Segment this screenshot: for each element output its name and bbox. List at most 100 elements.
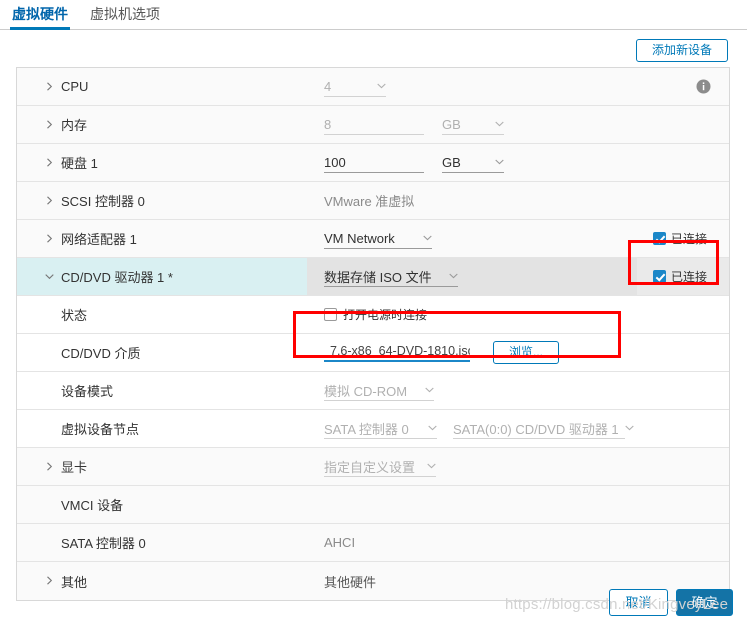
memory-size-value: 8 [324, 116, 332, 132]
video-card-select[interactable]: 指定自定义设置 [324, 457, 436, 477]
chevron-down-icon [427, 463, 436, 469]
chevron-down-icon [425, 387, 434, 393]
cddvd-media-label-cell: CD/DVD 介质 [17, 334, 307, 371]
cpu-count-select[interactable]: 4 [324, 77, 386, 97]
other-label-cell: 其他 [17, 562, 307, 600]
table-row-cpu[interactable]: CPU 4 [17, 68, 729, 106]
status-label-cell: 状态 [17, 296, 307, 333]
table-row-video-card[interactable]: 显卡 指定自定义设置 [17, 448, 729, 486]
hard-disk-size-value: 100 [324, 154, 346, 170]
vmci-label: VMCI 设备 [61, 498, 124, 513]
iso-path-input[interactable] [324, 343, 470, 362]
cddvd-value-area: 数据存储 ISO 文件 [324, 258, 458, 295]
chevron-right-icon[interactable] [45, 119, 54, 129]
table-row-sata-controller: SATA 控制器 0 AHCI [17, 524, 729, 562]
virtual-node-value-area: SATA 控制器 0 SATA(0:0) CD/DVD 驱动器 1 [324, 410, 634, 447]
cddvd-media-label: CD/DVD 介质 [61, 346, 141, 361]
chevron-right-icon[interactable] [45, 195, 54, 205]
virtual-node-select[interactable]: SATA(0:0) CD/DVD 驱动器 1 [453, 419, 634, 439]
device-mode-value-area: 模拟 CD-ROM [324, 372, 434, 409]
hard-disk-label-cell: 硬盘 1 [17, 144, 307, 181]
connect-at-power-on-checkbox[interactable]: 打开电源时连接 [324, 306, 427, 323]
device-mode-select[interactable]: 模拟 CD-ROM [324, 381, 434, 401]
table-row-memory[interactable]: 内存 8 GB [17, 106, 729, 144]
checkbox-checked-icon [653, 232, 666, 245]
tab-virtual-hardware[interactable]: 虚拟硬件 [10, 3, 70, 30]
cpu-label-cell: CPU [17, 68, 307, 105]
memory-label: 内存 [61, 118, 88, 133]
virtual-node-label: 虚拟设备节点 [61, 422, 140, 437]
table-row-virtual-device-node: 虚拟设备节点 SATA 控制器 0 SATA(0:0) CD/DVD 驱动器 1 [17, 410, 729, 448]
other-value: 其他硬件 [324, 574, 377, 590]
cddvd-connected-checkbox[interactable]: 已连接 [653, 258, 707, 295]
chevron-down-icon [495, 121, 504, 127]
virtual-node-controller-value: SATA 控制器 0 [324, 421, 409, 437]
network-value: VM Network [324, 230, 395, 246]
cddvd-label: CD/DVD 驱动器 1 * [61, 270, 173, 285]
add-new-device-label: 添加新设备 [651, 43, 712, 57]
chevron-down-icon [428, 425, 437, 431]
scsi-label-cell: SCSI 控制器 0 [17, 182, 307, 219]
tab-vm-options[interactable]: 虚拟机选项 [88, 3, 162, 30]
tab-vm-options-label: 虚拟机选项 [90, 6, 160, 22]
chevron-down-icon [495, 159, 504, 165]
table-row-network-adapter[interactable]: 网络适配器 1 VM Network 已连接 [17, 220, 729, 258]
virtual-node-controller-select[interactable]: SATA 控制器 0 [324, 419, 437, 439]
video-card-label-cell: 显卡 [17, 448, 307, 485]
table-row-cddvd-drive[interactable]: CD/DVD 驱动器 1 * 数据存储 ISO 文件 已连接 [17, 258, 729, 296]
video-card-value-area: 指定自定义设置 [324, 448, 436, 485]
memory-size-input[interactable]: 8 [324, 115, 424, 135]
chevron-down-icon [449, 273, 458, 279]
status-label: 状态 [61, 308, 88, 323]
sata-value: AHCI [324, 535, 356, 550]
table-row-cddvd-media: CD/DVD 介质 浏览... [17, 334, 729, 372]
cpu-label: CPU [61, 79, 89, 94]
ok-label: 确定 [691, 595, 718, 610]
network-connected-label: 已连接 [671, 232, 708, 246]
sata-label: SATA 控制器 0 [61, 536, 146, 551]
hard-disk-unit-value: GB [442, 154, 461, 170]
hard-disk-label: 硬盘 1 [61, 156, 98, 171]
tab-bar: 虚拟硬件 虚拟机选项 [0, 0, 747, 30]
virtual-node-label-cell: 虚拟设备节点 [17, 410, 307, 447]
connect-at-power-on-label: 打开电源时连接 [343, 308, 428, 322]
cancel-button[interactable]: 取消 [609, 589, 668, 616]
network-label-cell: 网络适配器 1 [17, 220, 307, 257]
network-label: 网络适配器 1 [61, 232, 137, 247]
chevron-right-icon[interactable] [45, 576, 54, 585]
memory-unit-select[interactable]: GB [442, 115, 504, 135]
chevron-right-icon[interactable] [45, 81, 54, 91]
chevron-right-icon[interactable] [45, 157, 54, 167]
browse-button[interactable]: 浏览... [493, 341, 559, 364]
table-row-status: 状态 打开电源时连接 [17, 296, 729, 334]
checkbox-unchecked-icon [324, 308, 337, 321]
table-row-vmci-device: VMCI 设备 [17, 486, 729, 524]
device-mode-label-cell: 设备模式 [17, 372, 307, 409]
chevron-right-icon[interactable] [45, 233, 54, 243]
cpu-value-area: 4 [324, 68, 386, 105]
cddvd-media-type-select[interactable]: 数据存储 ISO 文件 [324, 267, 458, 287]
network-value-area: VM Network [324, 220, 432, 257]
network-connected-checkbox[interactable]: 已连接 [653, 220, 707, 257]
video-card-value: 指定自定义设置 [324, 459, 416, 475]
ok-button[interactable]: 确定 [676, 589, 733, 616]
chevron-down-icon [423, 235, 432, 241]
checkbox-checked-icon [653, 270, 666, 283]
table-row-hard-disk[interactable]: 硬盘 1 100 GB [17, 144, 729, 182]
chevron-down-icon[interactable] [45, 272, 54, 281]
hard-disk-unit-select[interactable]: GB [442, 153, 504, 173]
hard-disk-value-area: 100 GB [324, 144, 504, 181]
tab-virtual-hardware-label: 虚拟硬件 [12, 6, 68, 22]
network-select[interactable]: VM Network [324, 229, 432, 249]
cpu-count-value: 4 [324, 78, 332, 94]
memory-value-area: 8 GB [324, 106, 504, 143]
add-new-device-button[interactable]: 添加新设备 [636, 39, 728, 62]
cddvd-media-value-area: 浏览... [324, 334, 559, 371]
cddvd-media-type-value: 数据存储 ISO 文件 [324, 269, 432, 285]
table-row-scsi-controller[interactable]: SCSI 控制器 0 VMware 准虚拟 [17, 182, 729, 220]
hard-disk-size-input[interactable]: 100 [324, 153, 424, 173]
info-icon[interactable] [696, 79, 711, 94]
sata-value-area: AHCI [324, 524, 355, 561]
other-label: 其他 [61, 574, 88, 590]
chevron-right-icon[interactable] [45, 461, 54, 471]
